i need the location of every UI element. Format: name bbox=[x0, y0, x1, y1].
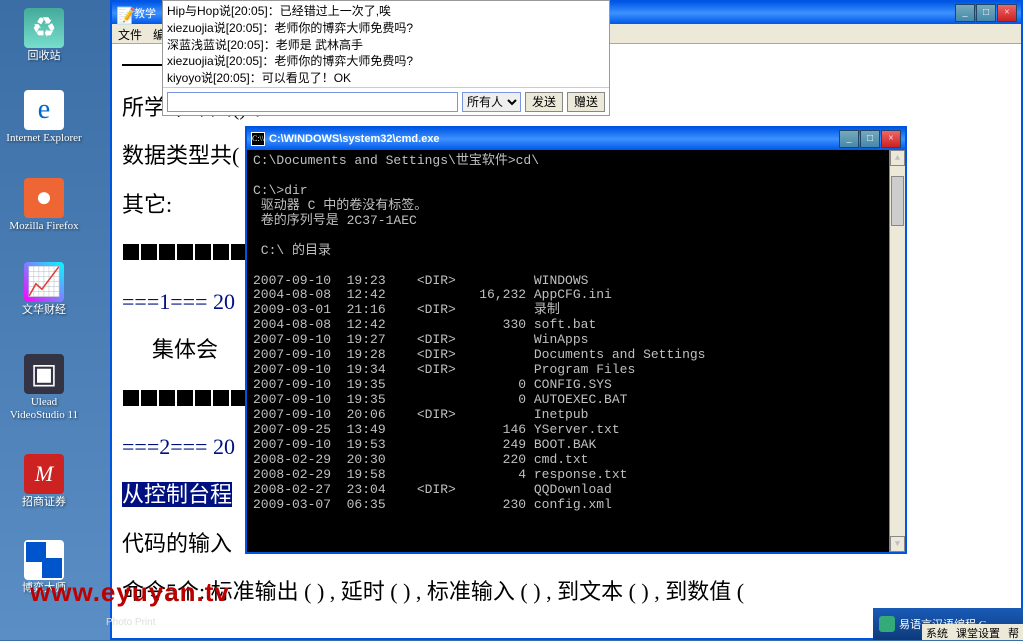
firefox-icon: ● bbox=[24, 178, 64, 218]
internet-explorer-icon: e bbox=[24, 90, 64, 130]
doc-minimize-button[interactable]: _ bbox=[955, 4, 975, 22]
boyi-icon bbox=[24, 540, 64, 580]
doc-close-button[interactable]: × bbox=[997, 4, 1017, 22]
send-button[interactable]: 发送 bbox=[525, 92, 563, 112]
menu-help[interactable]: 帮 bbox=[1008, 625, 1019, 639]
icon-label: 文华财经 bbox=[6, 304, 82, 317]
scroll-down-button[interactable]: ▼ bbox=[890, 536, 905, 552]
desktop-icon-recycle-bin[interactable]: ♻ 回收站 bbox=[6, 8, 82, 63]
chat-message: 深蓝浅蓝说[20:05]：老师是 武林高手 bbox=[167, 37, 605, 54]
icon-label: 招商证券 bbox=[6, 496, 82, 509]
chat-message: xiezuojia说[20:05]：老师你的博弈大师免费吗? bbox=[167, 53, 605, 70]
cmd-titlebar[interactable]: C:\\ C:\WINDOWS\system32\cmd.exe _ □ × bbox=[247, 128, 905, 150]
chat-log: Hip与Hop说[20:05]：已经错过上一次了,唉xiezuojia说[20:… bbox=[163, 1, 609, 87]
bottom-menu: 系统 课堂设置 帮 bbox=[922, 624, 1023, 640]
menu-system[interactable]: 系统 bbox=[926, 625, 948, 639]
icon-label: 回收站 bbox=[6, 50, 82, 63]
watermark: www.eyuyan.tv bbox=[30, 577, 230, 608]
desktop-icon-wenhua[interactable]: 📈 文华财经 bbox=[6, 262, 82, 317]
photo-print-label: Photo Print bbox=[106, 617, 155, 628]
cmd-window: C:\\ C:\WINDOWS\system32\cmd.exe _ □ × C… bbox=[245, 126, 907, 554]
menu-file[interactable]: 文件 bbox=[118, 28, 142, 42]
icon-label: Internet Explorer bbox=[6, 132, 82, 145]
cmd-scrollbar[interactable]: ▲▼ bbox=[889, 150, 905, 552]
chat-target-select[interactable]: 所有人 bbox=[462, 92, 521, 112]
scroll-up-button[interactable]: ▲ bbox=[890, 150, 905, 166]
desktop-icon-internet-explorer[interactable]: e Internet Explorer bbox=[6, 90, 82, 145]
ulead-icon: ▣ bbox=[24, 354, 64, 394]
cmd-close-button[interactable]: × bbox=[881, 130, 901, 148]
doc-maximize-button[interactable]: □ bbox=[976, 4, 996, 22]
cmd-maximize-button[interactable]: □ bbox=[860, 130, 880, 148]
cmd-minimize-button[interactable]: _ bbox=[839, 130, 859, 148]
gift-button[interactable]: 赠送 bbox=[567, 92, 605, 112]
chat-message: Hip与Hop说[20:05]：已经错过上一次了,唉 bbox=[167, 3, 605, 20]
zhaoshang-icon: M bbox=[24, 454, 64, 494]
scroll-thumb[interactable] bbox=[891, 176, 904, 226]
icon-label: Mozilla Firefox bbox=[6, 220, 82, 233]
cmd-output: C:\Documents and Settings\世宝软件>cd\ C:\>d… bbox=[247, 150, 905, 552]
cmd-icon: C:\\ bbox=[251, 132, 265, 146]
cmd-title: C:\WINDOWS\system32\cmd.exe bbox=[269, 133, 839, 145]
desktop-icon-zhaoshang[interactable]: M 招商证券 bbox=[6, 454, 82, 509]
chat-input[interactable] bbox=[167, 92, 458, 112]
menu-classroom[interactable]: 课堂设置 bbox=[956, 625, 1000, 639]
chat-message: kiyoyo说[20:05]：可以看见了！OK bbox=[167, 70, 605, 87]
desktop-icon-firefox[interactable]: ● Mozilla Firefox bbox=[6, 178, 82, 233]
taskbar-app-icon bbox=[879, 616, 895, 632]
desktop-icon-ulead[interactable]: ▣Ulead VideoStudio 11 bbox=[6, 354, 82, 422]
chat-footer: 所有人 发送 赠送 bbox=[163, 87, 609, 115]
icon-label: Ulead VideoStudio 11 bbox=[6, 396, 82, 422]
doc-line-highlighted: 从控制台程 bbox=[122, 482, 232, 507]
recycle-bin-icon: ♻ bbox=[24, 8, 64, 48]
doc-app-icon: 📝 bbox=[116, 6, 130, 20]
wenhua-icon: 📈 bbox=[24, 262, 64, 302]
chat-window: Hip与Hop说[20:05]：已经错过上一次了,唉xiezuojia说[20:… bbox=[162, 0, 610, 116]
chat-message: xiezuojia说[20:05]：老师你的博弈大师免费吗? bbox=[167, 20, 605, 37]
